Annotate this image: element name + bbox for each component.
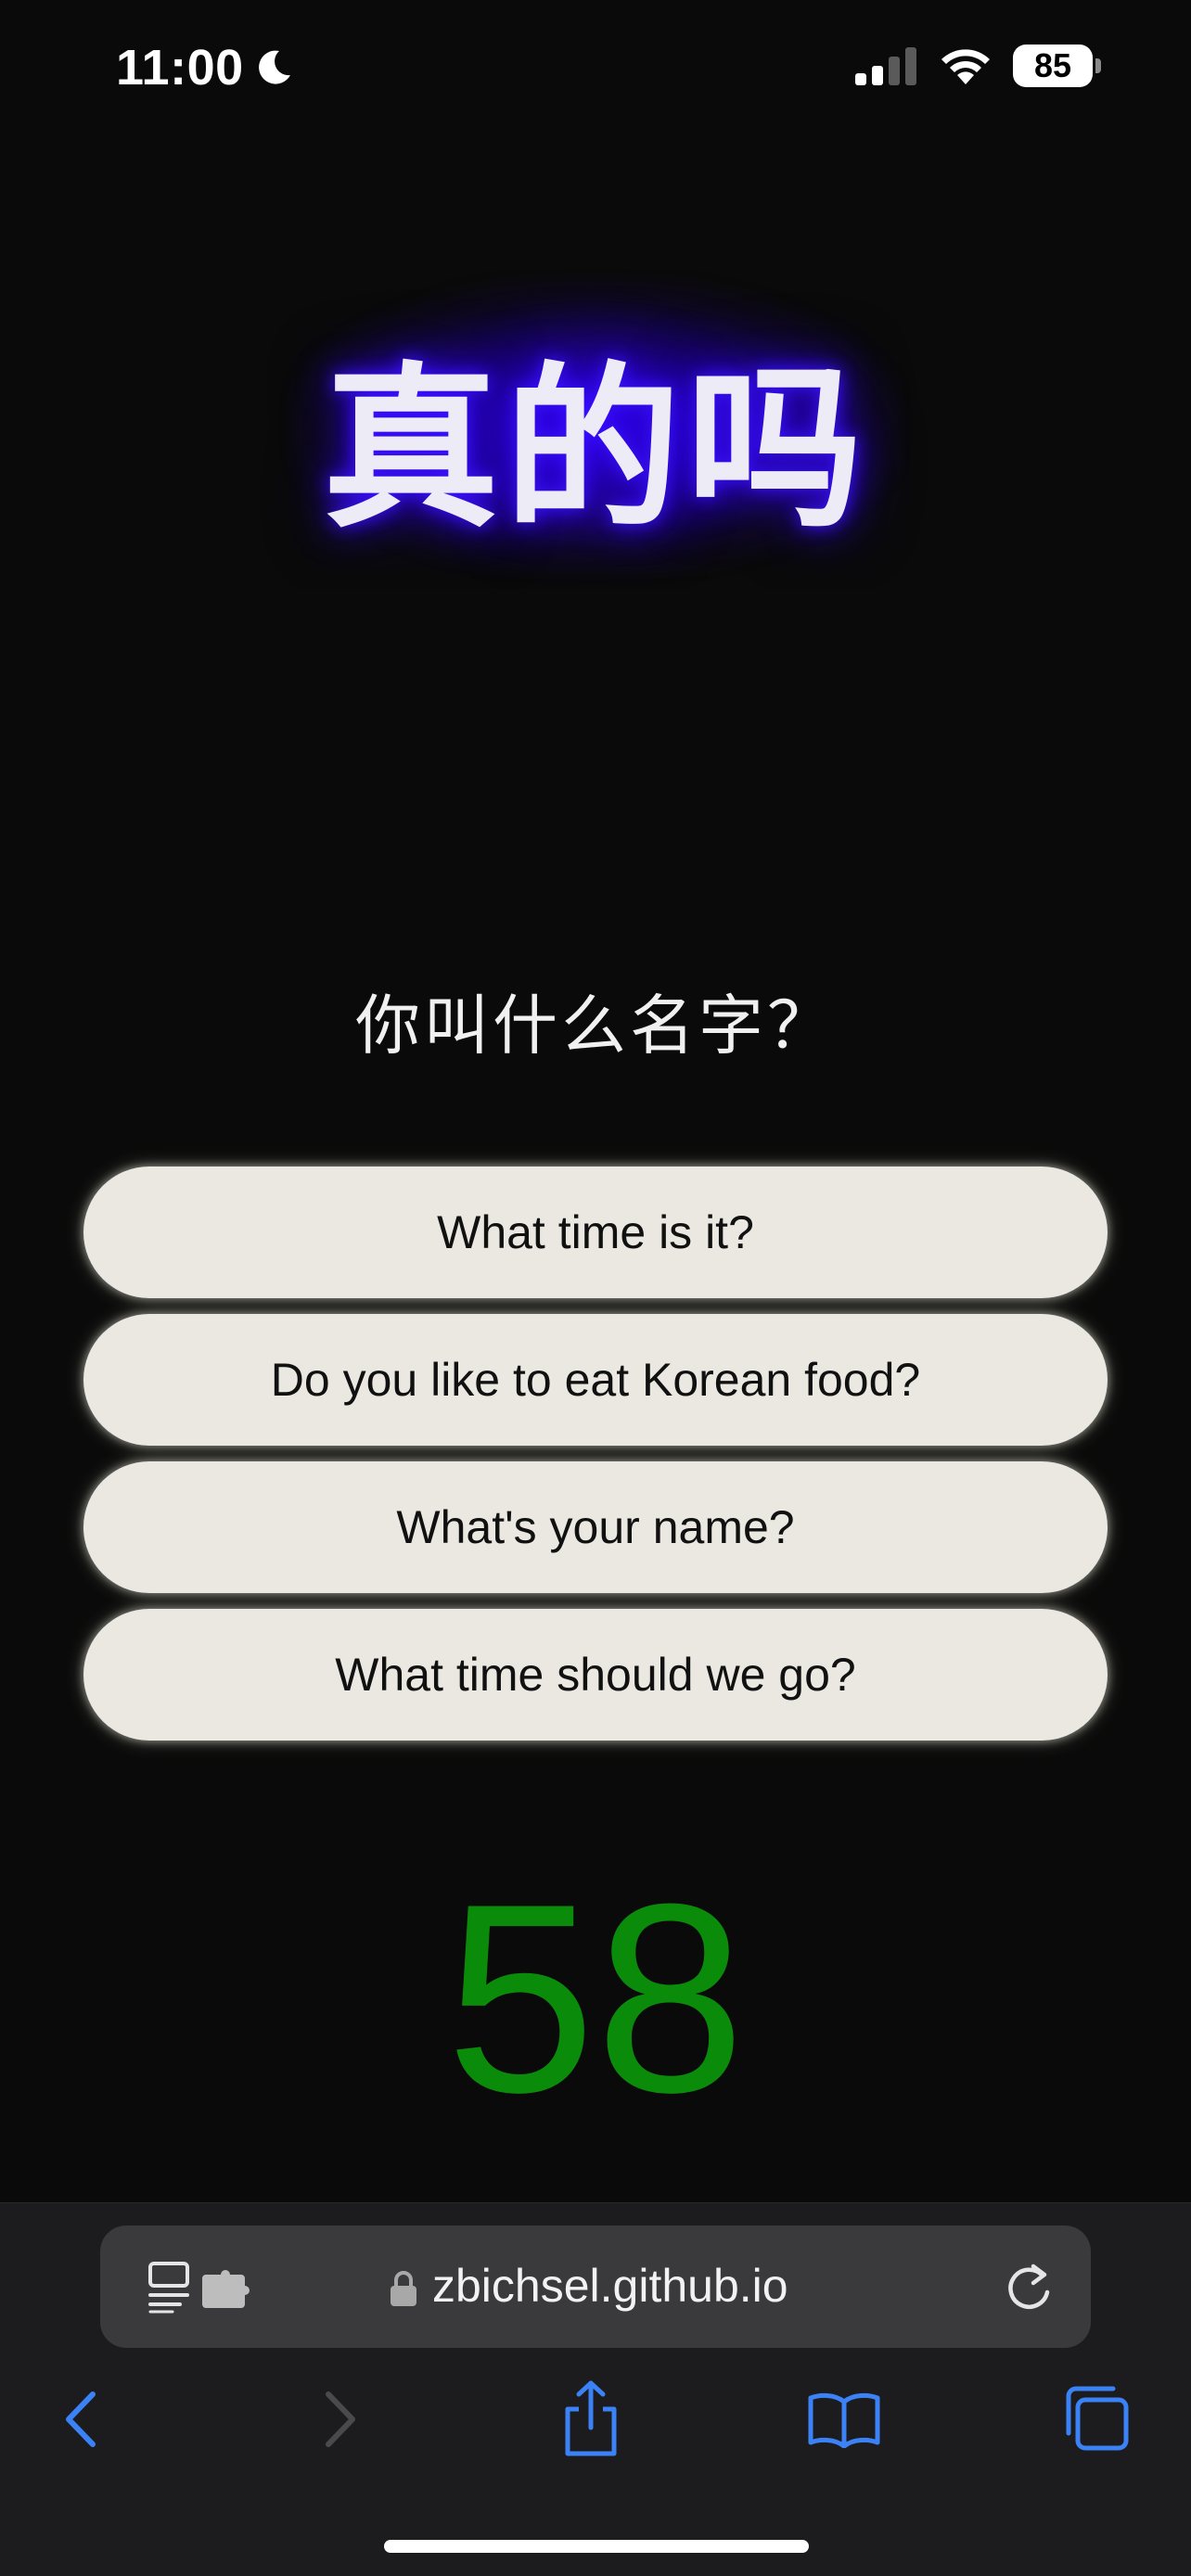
status-bar: 11:00 85 xyxy=(0,0,1191,139)
bookmarks-icon[interactable] xyxy=(807,2391,881,2448)
home-indicator xyxy=(384,2540,809,2553)
url-text[interactable]: zbichsel.github.io xyxy=(432,2259,788,2313)
lock-icon xyxy=(391,2271,416,2306)
page-menu-icon[interactable] xyxy=(147,2260,258,2314)
battery-level: 85 xyxy=(1013,45,1093,87)
option-button-2[interactable]: Do you like to eat Korean food? xyxy=(83,1314,1108,1446)
tabs-icon[interactable] xyxy=(1063,2385,1130,2452)
status-time-group: 11:00 xyxy=(116,39,294,96)
share-icon[interactable] xyxy=(560,2379,621,2457)
wifi-icon xyxy=(941,49,990,84)
signal-icon xyxy=(855,47,916,85)
forward-icon[interactable] xyxy=(319,2389,362,2450)
back-icon[interactable] xyxy=(59,2389,102,2450)
battery-tip xyxy=(1095,58,1101,73)
countdown-timer: 58 xyxy=(445,1848,746,2149)
reload-icon[interactable] xyxy=(1002,2259,1056,2315)
screen: 11:00 85 真的吗 你叫什么名字？ What time is it? Do… xyxy=(0,0,1191,2576)
moon-icon xyxy=(258,50,290,84)
answer-options: What time is it? Do you like to eat Kore… xyxy=(83,1167,1108,1741)
option-button-3[interactable]: What's your name? xyxy=(83,1461,1108,1593)
status-time: 11:00 xyxy=(116,40,244,96)
option-button-4[interactable]: What time should we go? xyxy=(83,1609,1108,1741)
option-button-1[interactable]: What time is it? xyxy=(83,1167,1108,1298)
question-text: 你叫什么名字？ xyxy=(355,988,836,1064)
battery-icon: 85 xyxy=(1013,45,1102,87)
status-icons: 85 xyxy=(853,45,1102,87)
page-title: 真的吗 xyxy=(322,347,868,552)
